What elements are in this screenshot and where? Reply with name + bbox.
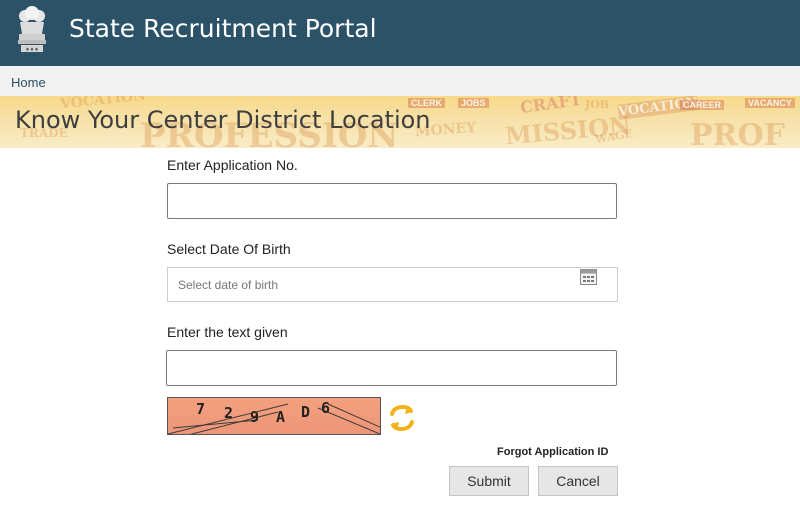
cancel-button[interactable]: Cancel: [538, 466, 618, 496]
banner-bg-tag: JOBS: [458, 98, 489, 108]
captcha-input-field: [166, 350, 617, 386]
dob-label: Select Date Of Birth: [167, 241, 291, 257]
site-header: ♦♦♦ State Recruitment Portal: [0, 0, 800, 66]
forgot-application-id-link[interactable]: Forgot Application ID: [497, 446, 608, 458]
captcha-char: 9: [250, 408, 260, 426]
submit-button[interactable]: Submit: [449, 466, 529, 496]
captcha-input[interactable]: [167, 351, 616, 385]
captcha-char: 2: [224, 404, 234, 422]
svg-text:♦♦♦: ♦♦♦: [25, 47, 38, 53]
page-title: Know Your Center District Location: [15, 106, 431, 134]
captcha-char: D: [301, 403, 311, 421]
banner-bg-word: PROF: [690, 118, 785, 148]
application-no-input[interactable]: [168, 184, 616, 218]
breadcrumb-home-link[interactable]: Home: [11, 75, 46, 90]
page-banner: VOCATION PROFESSION CLERK CRAFT MONEY MI…: [0, 96, 800, 148]
captcha-char: 7: [196, 400, 206, 418]
application-no-label: Enter Application No.: [167, 157, 298, 173]
breadcrumb: Home: [0, 66, 800, 97]
dob-field: [167, 267, 618, 302]
calendar-icon[interactable]: [580, 268, 597, 285]
captcha-char: 6: [321, 399, 331, 417]
captcha-image: 7 2 9 A D 6: [167, 397, 381, 435]
portal-title: State Recruitment Portal: [69, 14, 377, 43]
captcha-input-label: Enter the text given: [167, 324, 288, 340]
refresh-icon[interactable]: [388, 403, 416, 433]
banner-bg-word: JOB: [585, 98, 610, 111]
banner-bg-tag: VACANCY: [745, 98, 795, 108]
state-emblem-icon: ♦♦♦: [12, 4, 52, 60]
dob-input[interactable]: [168, 268, 617, 301]
captcha-char: A: [276, 408, 286, 426]
banner-bg-tag: CAREER: [680, 100, 725, 110]
banner-bg-word: CRAFT: [518, 96, 583, 118]
application-no-field: [167, 183, 617, 219]
